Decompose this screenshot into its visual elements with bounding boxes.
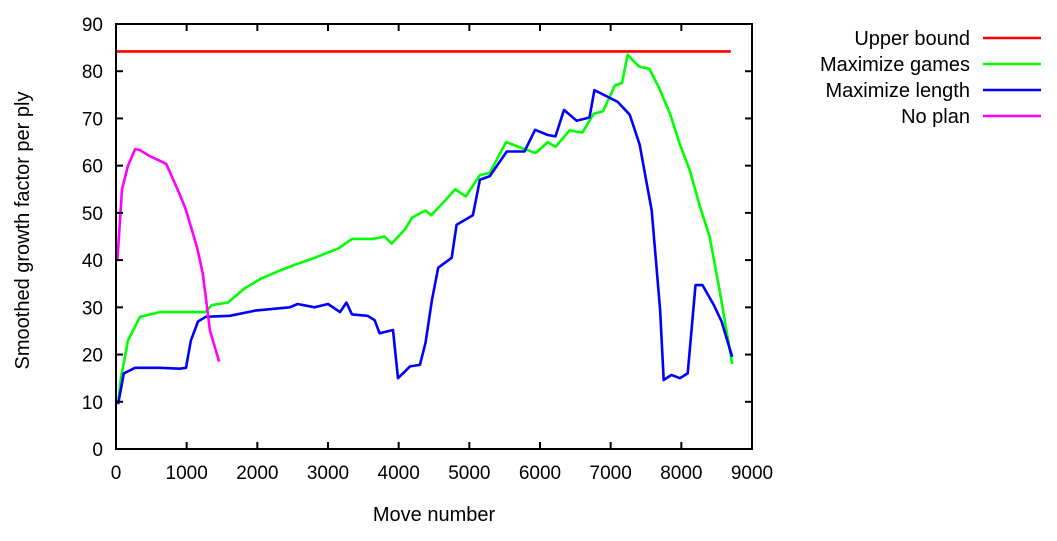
y-tick-label: 30 — [82, 298, 103, 319]
legend-label: No plan — [901, 106, 970, 128]
x-tick-label: 7000 — [590, 463, 632, 484]
series-layer — [116, 50, 734, 405]
x-tick-label: 8000 — [660, 463, 702, 484]
y-tick-label: 40 — [82, 251, 103, 272]
x-tick-label: 4000 — [378, 463, 420, 484]
x-tick-label: 0 — [111, 463, 122, 484]
y-tick-label: 20 — [82, 346, 103, 367]
y-tick-label: 0 — [92, 440, 103, 461]
x-tick-label: 6000 — [519, 463, 561, 484]
y-tick-label: 90 — [82, 15, 103, 36]
y-tick-label: 80 — [82, 62, 103, 83]
ticks-layer: 0 1000 2000 3000 4000 5000 6000 7000 8000 9000 0 10… — [82, 15, 773, 484]
y-tick-label: 60 — [82, 157, 103, 178]
y-tick-label: 50 — [82, 204, 103, 225]
x-axis-title: Move number — [373, 504, 496, 526]
series-line-maximize-length — [116, 88, 734, 405]
x-tick-label: 2000 — [236, 463, 278, 484]
legend-label: Maximize length — [825, 80, 970, 102]
y-tick-label: 70 — [82, 109, 103, 130]
y-axis-title: Smoothed growth factor per ply — [12, 92, 34, 370]
x-tick-label: 1000 — [166, 463, 208, 484]
plot-frame — [115, 23, 753, 450]
series-line-maximize-games — [116, 53, 734, 405]
legend: Upper bound Maximize games Maximize length… — [820, 28, 1041, 128]
line-chart: 0 1000 2000 3000 4000 5000 6000 7000 8000 9000 0 10… — [12, 15, 1041, 526]
y-tick-label: 10 — [82, 393, 103, 414]
legend-label: Maximize games — [820, 54, 970, 76]
x-tick-label: 5000 — [448, 463, 490, 484]
legend-label: Upper bound — [854, 28, 970, 50]
x-tick-label: 9000 — [731, 463, 773, 484]
x-tick-label: 3000 — [307, 463, 349, 484]
